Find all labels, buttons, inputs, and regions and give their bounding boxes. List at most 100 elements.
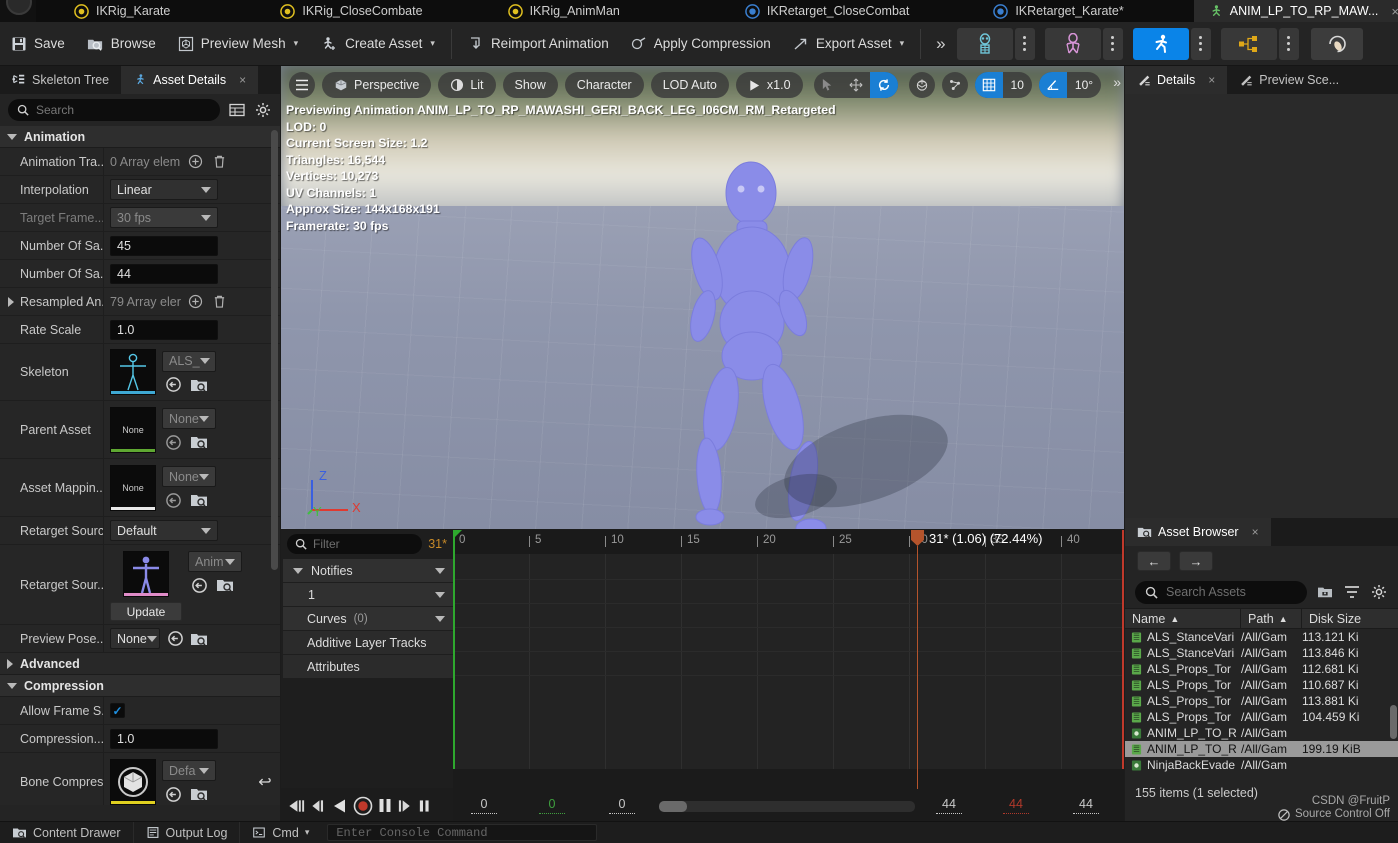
browse-content-icon[interactable]	[190, 630, 208, 648]
bone-compression-dropdown[interactable]: Defa	[162, 760, 216, 781]
browse-to-asset-icon[interactable]	[164, 433, 182, 451]
play-reverse-button[interactable]	[331, 797, 349, 815]
settings-gear-icon[interactable]	[1370, 583, 1388, 601]
delete-array-icon[interactable]	[211, 293, 229, 311]
document-tab-ikrig-animman[interactable]: IKRig_AnimMan	[493, 0, 636, 22]
cmd-button[interactable]: Cmd ▾	[240, 822, 321, 843]
preview-pose-asset-dropdown[interactable]: None	[110, 628, 160, 649]
mode-button-animation[interactable]	[1132, 27, 1189, 60]
save-button[interactable]: Save	[0, 24, 76, 64]
add-array-element-icon[interactable]	[187, 293, 205, 311]
revert-to-default-icon[interactable]: ↩	[256, 773, 274, 791]
table-row[interactable]: ANIM_LP_TO_R /All/Gam 199.19 KiB	[1125, 741, 1398, 757]
document-tab-anim-lp-to-rp[interactable]: ANIM_LP_TO_RP_MAW... ×	[1193, 0, 1398, 22]
details-vertical-scrollbar[interactable]	[271, 130, 278, 570]
timeline-track-additive-layer[interactable]: Additive Layer Tracks	[283, 631, 453, 654]
save-thumbnail-icon[interactable]	[1316, 583, 1334, 601]
compression-error-field[interactable]: 1.0	[110, 728, 218, 749]
translate-tool-button[interactable]	[842, 72, 870, 98]
viewport-perspective-button[interactable]: Perspective	[322, 72, 432, 98]
close-icon[interactable]: ×	[239, 73, 246, 87]
category-animation[interactable]: Animation	[0, 126, 280, 148]
browse-to-asset-icon[interactable]	[190, 576, 208, 594]
surface-snap-button[interactable]	[941, 72, 968, 98]
close-icon[interactable]: ×	[1391, 4, 1398, 19]
tab-preview-scene[interactable]: Preview Sce...	[1227, 66, 1352, 94]
record-button[interactable]	[353, 796, 373, 816]
create-asset-button[interactable]: Create Asset ▾	[309, 24, 446, 64]
viewport-playrate-button[interactable]: x1.0	[735, 72, 803, 98]
browse-content-icon[interactable]	[216, 576, 234, 594]
apply-compression-button[interactable]: Apply Compression	[620, 24, 782, 64]
skeleton-asset-dropdown[interactable]: ALS_	[162, 350, 216, 372]
timeline-end-marker[interactable]	[1122, 530, 1124, 769]
tab-details[interactable]: Details ×	[1125, 66, 1228, 94]
tab-asset-details[interactable]: Asset Details ×	[121, 66, 259, 94]
select-tool-button[interactable]	[814, 72, 842, 98]
parent-asset-dropdown[interactable]: None	[162, 408, 216, 429]
browse-to-asset-icon[interactable]	[164, 491, 182, 509]
viewport-show-button[interactable]: Show	[502, 72, 558, 98]
document-tab-ikrig-closecombate[interactable]: IKRig_CloseCombate	[266, 0, 439, 22]
document-tab-ikretarget-closecombat[interactable]: IKRetarget_CloseCombat	[730, 0, 926, 22]
rate-scale-field[interactable]: 1.0	[110, 319, 218, 340]
table-row[interactable]: ALS_Props_Tor /All/Gam 113.881 Ki	[1125, 693, 1398, 709]
asset-browser-list[interactable]: ALS_StanceVari /All/Gam 113.121 Ki ALS_S…	[1125, 629, 1398, 773]
interpolation-dropdown[interactable]: Linear	[110, 179, 218, 200]
asset-list-scrollbar[interactable]	[1390, 705, 1397, 739]
document-tab-ikrig-karate[interactable]: IKRig_Karate	[60, 0, 187, 22]
column-layout-icon[interactable]	[228, 101, 246, 119]
retarget-source-dropdown[interactable]: Default	[110, 520, 218, 541]
settings-gear-icon[interactable]	[254, 101, 272, 119]
column-header-disk-size[interactable]: Disk Size	[1302, 609, 1398, 628]
category-advanced[interactable]: Advanced	[0, 653, 280, 675]
browse-to-asset-icon[interactable]	[164, 376, 182, 394]
forward-button[interactable]: →	[1179, 551, 1213, 571]
close-icon[interactable]: ×	[1252, 525, 1259, 539]
allow-frame-stripping-checkbox[interactable]: ✓	[110, 703, 125, 718]
world-local-button[interactable]	[908, 72, 935, 98]
angle-snap-toggle[interactable]	[1038, 72, 1067, 98]
track-options-chevron-icon[interactable]	[435, 615, 445, 622]
add-array-element-icon[interactable]	[186, 153, 204, 171]
browse-content-icon[interactable]	[190, 491, 208, 509]
timeline-track-attributes[interactable]: Attributes	[283, 655, 453, 678]
step-to-start-button[interactable]	[287, 798, 306, 814]
rotate-tool-button[interactable]	[869, 72, 898, 98]
table-row[interactable]: ALS_Props_Tor /All/Gam 112.681 Ki	[1125, 661, 1398, 677]
delete-array-icon[interactable]	[210, 153, 228, 171]
tab-skeleton-tree[interactable]: Skeleton Tree	[0, 66, 122, 94]
browse-to-asset-icon[interactable]	[166, 630, 184, 648]
mode-options-mesh[interactable]	[1102, 27, 1123, 60]
viewport-lit-button[interactable]: Lit	[438, 72, 496, 98]
browse-to-asset-icon[interactable]	[164, 785, 182, 803]
timeline-playhead[interactable]	[911, 530, 924, 789]
timeline-track-curves[interactable]: Curves (0)	[283, 607, 453, 630]
timeline-track-notifies[interactable]: Notifies	[283, 559, 453, 582]
viewport-menu-button[interactable]	[289, 72, 315, 98]
timeline-grid[interactable]: 0 5 10 15 20 25 30 35 40	[453, 530, 1124, 789]
browse-button[interactable]: Browse	[76, 24, 167, 64]
table-row[interactable]: NinjaBackEvade /All/Gam	[1125, 757, 1398, 773]
tab-asset-browser[interactable]: Asset Browser ×	[1125, 518, 1271, 546]
timeline-filter-input[interactable]: Filter	[287, 534, 423, 554]
table-row[interactable]: ALS_Props_Tor /All/Gam 110.687 Ki	[1125, 677, 1398, 693]
grid-snap-value[interactable]: 10	[1003, 72, 1032, 98]
pause-button[interactable]	[377, 797, 393, 814]
category-compression[interactable]: Compression	[0, 675, 280, 697]
table-row[interactable]: ALS_StanceVari /All/Gam 113.846 Ki	[1125, 645, 1398, 661]
retarget-source-asset-dropdown[interactable]: Anim	[188, 551, 242, 572]
loop-button[interactable]	[418, 798, 431, 814]
mode-button-graph[interactable]	[1220, 27, 1277, 60]
timeline-current-frame-field[interactable]: 0	[539, 788, 565, 823]
reimport-animation-button[interactable]: Reimport Animation	[457, 24, 620, 64]
mode-options-animation[interactable]	[1190, 27, 1211, 60]
skeleton-asset-thumbnail[interactable]	[110, 349, 156, 395]
angle-snap-value[interactable]: 10°	[1067, 72, 1101, 98]
scrollbar-thumb[interactable]	[659, 801, 687, 812]
update-button[interactable]: Update	[110, 602, 182, 621]
track-options-chevron-icon[interactable]	[435, 591, 445, 598]
table-row[interactable]: ALS_Props_Tor /All/Gam 104.459 Ki	[1125, 709, 1398, 725]
browse-content-icon[interactable]	[190, 376, 208, 394]
table-row[interactable]: ALS_StanceVari /All/Gam 113.121 Ki	[1125, 629, 1398, 645]
